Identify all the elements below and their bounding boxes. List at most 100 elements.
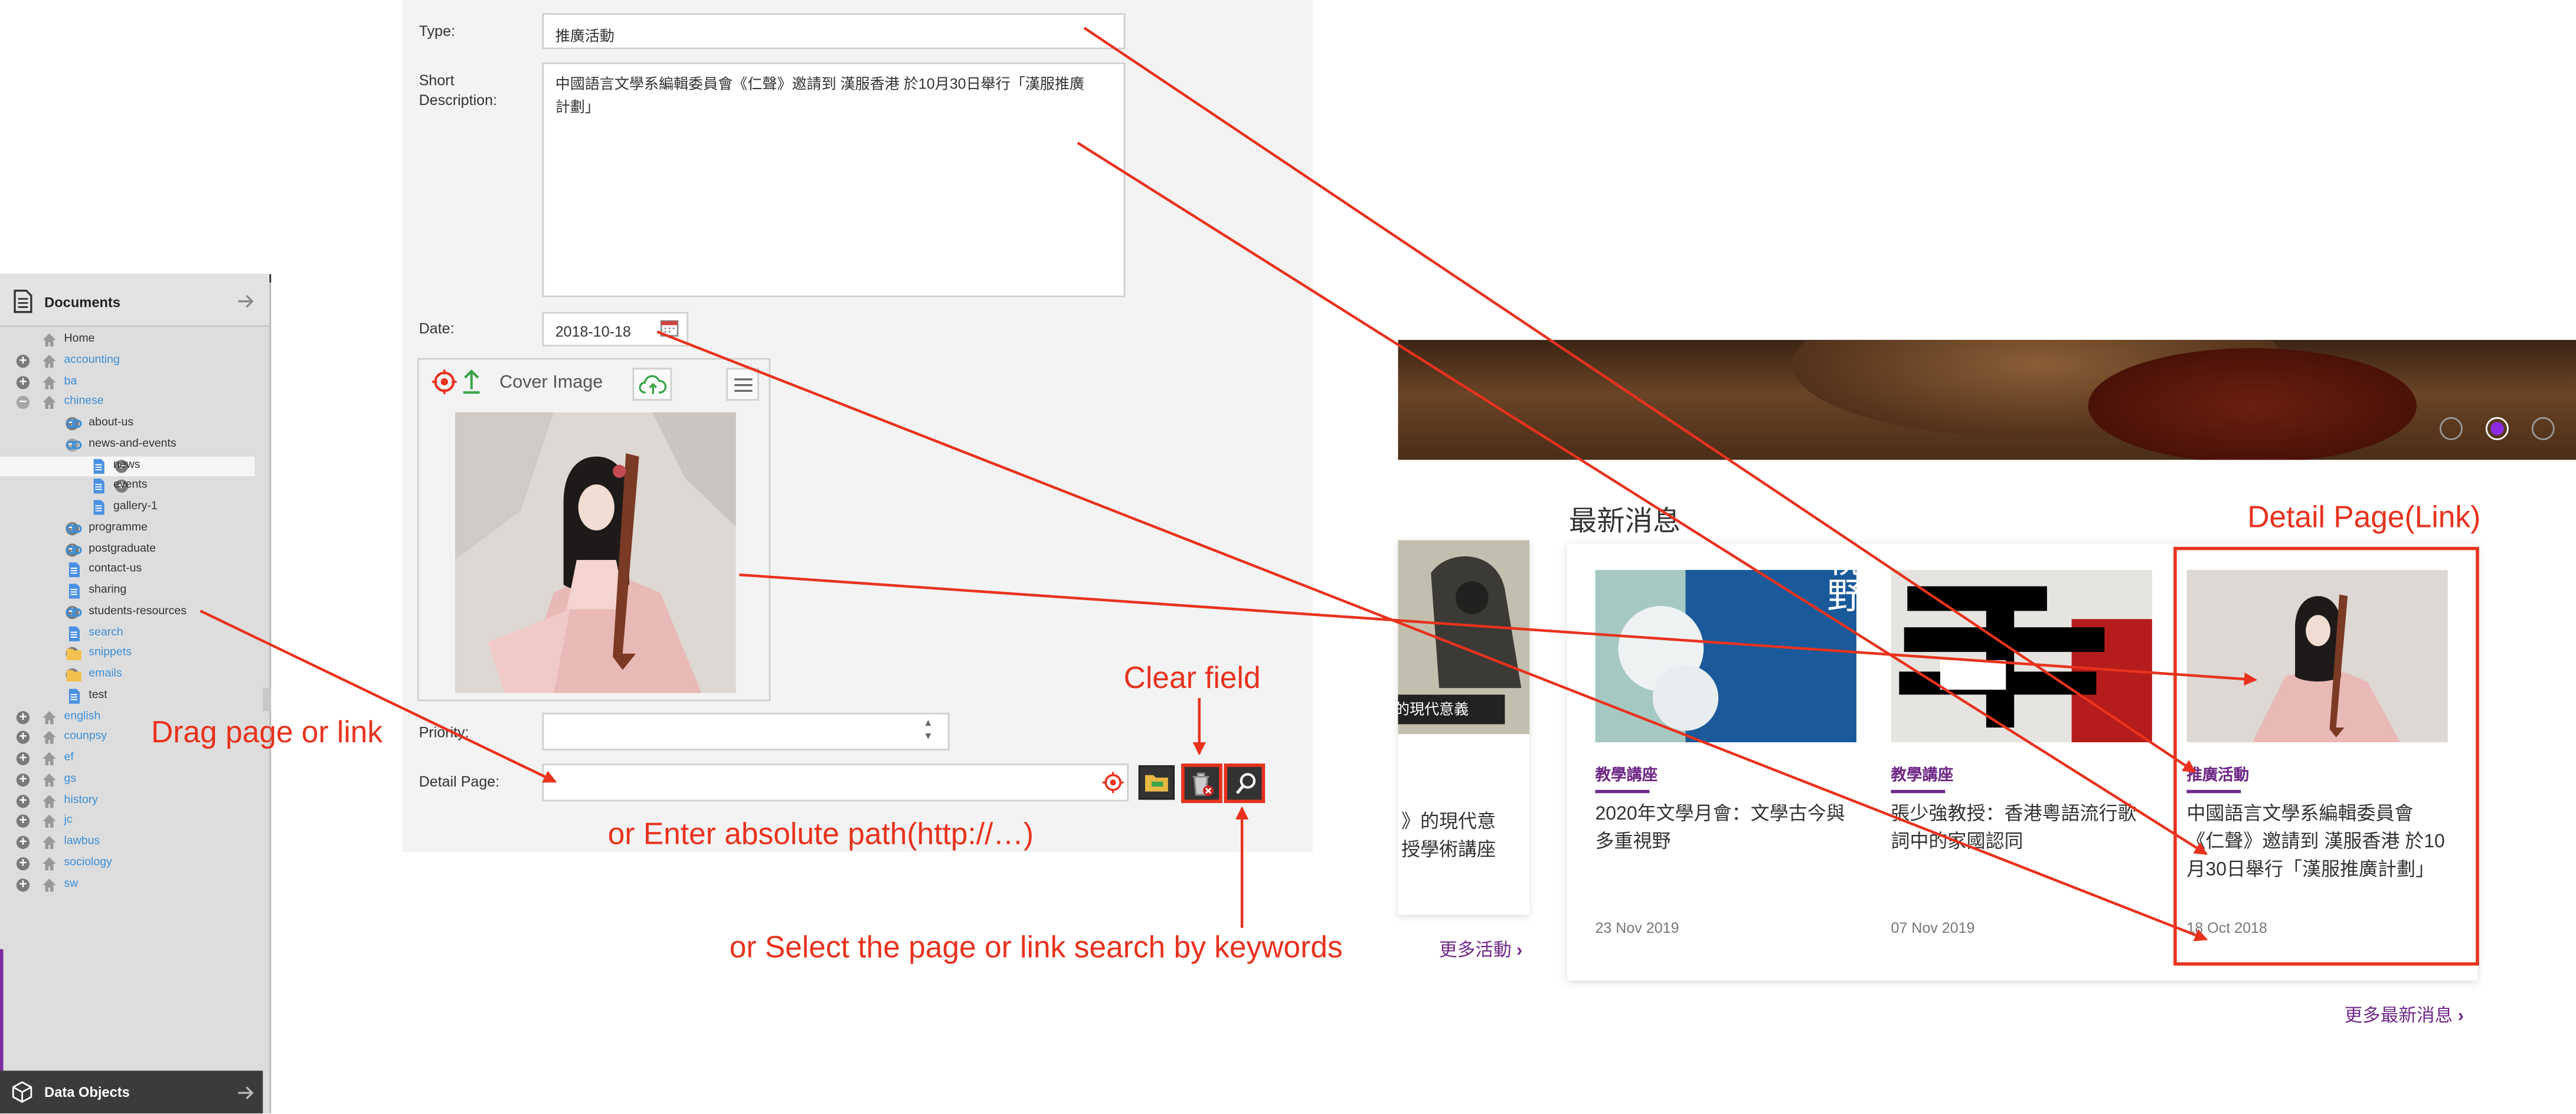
tree-item-sharing[interactable]: sharing [0,581,254,601]
priority-label: Priority: [419,724,469,741]
tree-item-ba[interactable]: + ba [0,372,254,391]
calendar-icon[interactable] [660,319,679,337]
expand-icon[interactable]: + [16,375,30,389]
calligraphy-image [1891,569,2152,742]
tree-item-accounting[interactable]: + accounting [0,351,254,371]
card-3-category-underline [2186,789,2241,794]
card-3-date: 18 Oct 2018 [2186,919,2267,936]
tree-item-label: history [64,794,98,806]
short-description-label-line1: Short [419,72,455,89]
clear-field-button[interactable] [1181,764,1222,803]
link-icon [66,541,82,558]
tree-item-label: ba [64,375,77,387]
arrow-right-icon[interactable] [238,1086,255,1100]
upload-icon[interactable] [462,368,481,394]
short-description-textarea[interactable]: 中國語言文學系編輯委員會《仁聲》邀請到 漢服香港 於10月30日舉行「漢服推廣 … [542,62,1126,297]
news-card-3[interactable]: 推廣活動 中國語言文學系編輯委員會《仁聲》邀請到 漢服香港 於10月30日舉行「… [2186,340,2449,980]
detail-page-field[interactable] [542,764,1129,802]
more-news-link[interactable]: 更多最新消息 › [2345,1002,2464,1028]
expand-icon[interactable]: + [16,877,30,891]
cover-image-preview[interactable] [455,412,736,693]
tree-item-label: news [113,458,140,471]
card-3-category: 推廣活動 [2186,766,2250,785]
target-icon[interactable] [1102,772,1124,794]
tree-item-postgraduate[interactable]: + postgraduate [0,539,254,559]
more-events-link[interactable]: 更多活動 › [1439,936,1522,962]
cube-icon [12,1081,32,1103]
partial-card-image: 的現代意義 [1398,540,1530,735]
expand-icon[interactable]: + [16,751,30,765]
home-icon [41,876,58,893]
card-3-image [2186,569,2448,742]
priority-field[interactable] [542,712,950,751]
tree-item-Home[interactable]: Home [0,330,254,349]
tree-item-history[interactable]: + history [0,791,254,810]
chevron-right-icon: › [2457,1007,2464,1027]
slider-dot-3[interactable] [2531,417,2555,440]
tree-item-sociology[interactable]: + sociology [0,854,254,873]
tree-item-contact-us[interactable]: contact-us [0,561,254,580]
cloud-upload-button[interactable] [632,368,672,401]
card-1-image: 文學古今與多重視野 [1595,569,1856,742]
tree-item-label: test [89,689,107,701]
documents-panel-header[interactable]: Documents [0,274,270,327]
expand-icon[interactable]: + [16,730,30,745]
tree-item-label: sociology [64,857,112,869]
tree-item-students-resources[interactable]: + students-resources [0,602,254,622]
tree-item-test[interactable]: test [0,686,254,706]
collapse-icon[interactable]: − [16,395,30,409]
tree-item-about-us[interactable]: + about-us [0,414,254,433]
image-menu-button[interactable] [726,368,759,401]
home-icon [41,373,58,390]
card-2-category: 教學講座 [1891,766,1954,785]
news-card-2[interactable]: 教學講座 張少強教授：香港粵語流行歌詞中的家國認同 07 Nov 2019 [1891,340,2153,980]
search-page-button[interactable] [1224,764,1266,803]
priority-spinner[interactable]: ▲ ▼ [923,717,933,744]
card-2-image [1891,569,2152,742]
target-icon[interactable] [431,369,457,394]
document-edit-form: Type: 推廣活動 Short Description: 中國語言文學系編輯委… [402,0,1313,853]
hamburger-icon [734,378,753,392]
tree-item-emails[interactable]: +emails [0,665,254,684]
documents-title: Documents [44,294,120,311]
tree-item-search[interactable]: search [0,623,254,643]
tree-item-gallery-1[interactable]: gallery-1 [0,497,254,517]
partial-card-title-line2: 授學術講座 [1401,840,1496,861]
expand-icon[interactable]: + [16,709,30,723]
data-objects-panel-header[interactable]: Data Objects [0,1070,263,1113]
partial-event-card[interactable]: 的現代意義 》的現代意 授學術講座 [1398,540,1530,915]
resize-handle[interactable] [263,688,272,712]
expand-icon[interactable]: + [16,353,30,368]
cloud-upload-icon [639,375,667,394]
tree-item-news[interactable]: + news [0,456,255,476]
search-icon [1235,773,1256,794]
tree-item-programme[interactable]: + programme [0,519,254,538]
expand-icon[interactable]: + [16,793,30,807]
home-icon [41,751,58,767]
tree-item-news-and-events[interactable]: − news-and-events [0,435,254,454]
expand-icon[interactable]: + [16,772,30,787]
tree-item-sw[interactable]: + sw [0,874,254,894]
tree-item-jc[interactable]: + jc [0,812,254,831]
folder-icon [66,667,82,683]
tree-item-snippets[interactable]: +snippets [0,644,254,664]
tree-item-lawbus[interactable]: + lawbus [0,833,254,852]
expand-icon[interactable]: + [16,814,30,828]
expand-icon[interactable]: + [16,856,30,870]
tree-item-gs[interactable]: + gs [0,770,254,789]
expand-icon[interactable]: + [16,835,30,849]
date-value: 2018-10-18 [555,323,631,340]
news-card-1[interactable]: 文學古今與多重視野 教學講座 2020年文學月會：文學古今與多重視野 23 No… [1595,340,1858,980]
book-cover-image: 文學古今與多重視野 [1595,569,1856,742]
tree-item-events[interactable]: + events [0,477,254,496]
home-icon [41,792,58,809]
open-folder-button[interactable] [1138,765,1175,800]
tree-item-label: gallery-1 [113,500,158,513]
arrow-right-icon[interactable] [238,294,255,309]
type-field[interactable]: 推廣活動 [542,13,1126,50]
slider-dot-2[interactable] [2485,417,2509,440]
tree-item-chinese[interactable]: − chinese [0,393,254,412]
home-icon [41,813,58,830]
annotation-clear: Clear field [1123,660,1261,695]
tree-item-ef[interactable]: + ef [0,749,254,768]
